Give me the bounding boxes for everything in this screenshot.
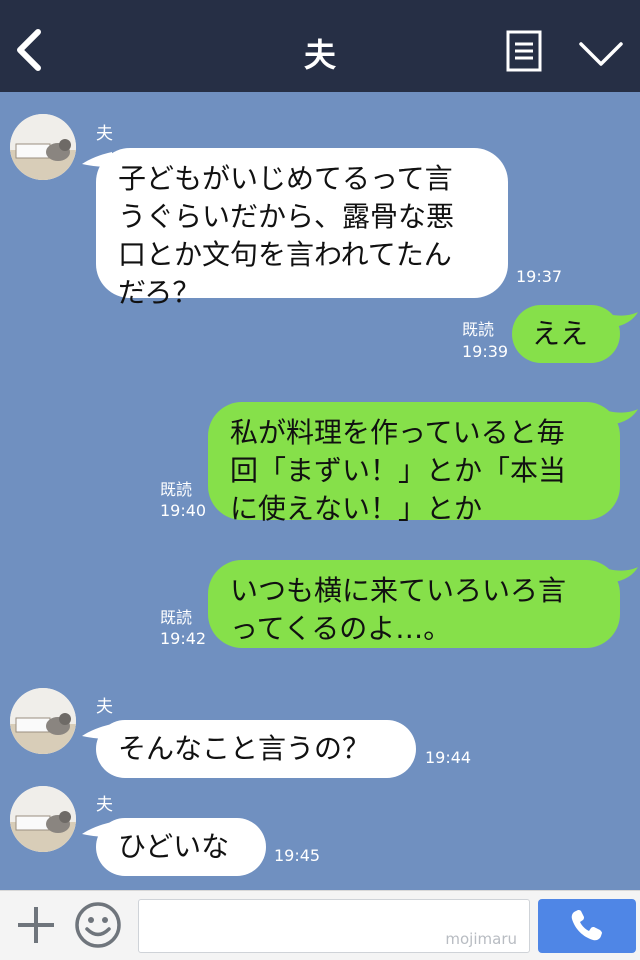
call-button[interactable] [538, 899, 636, 953]
message-time: 19:45 [274, 846, 321, 865]
avatar[interactable] [10, 786, 76, 852]
read-receipt: 既読 [160, 608, 193, 627]
message-bubble-outgoing: いつも横に来ていろいろ言 ってくるのよ…。 [208, 560, 620, 648]
avatar[interactable] [10, 114, 76, 180]
message-time: 19:42 [160, 629, 207, 648]
message-bubble-incoming: そんなこと言うの？ [96, 720, 416, 778]
plus-icon[interactable] [14, 903, 58, 947]
chevron-down-icon[interactable] [578, 38, 624, 68]
message-time: 19:39 [462, 342, 509, 361]
read-receipt: 既読 [462, 320, 495, 339]
message-input[interactable]: mojimaru [138, 899, 530, 953]
message-time: 19:40 [160, 501, 207, 520]
sender-name: 夫 [96, 124, 113, 144]
message-bubble-outgoing: ええ [512, 305, 620, 363]
chat-area[interactable]: 夫 子どもがいじめてるって言 うぐらいだから、露骨な悪 口とか文句を言われてたん… [0, 92, 640, 890]
message-bubble-incoming: ひどいな [96, 818, 266, 876]
sender-name: 夫 [96, 795, 113, 815]
message-time: 19:37 [516, 267, 563, 286]
note-icon[interactable] [506, 30, 542, 72]
phone-icon [571, 910, 602, 941]
cat-avatar-icon [10, 114, 76, 180]
chat-title: 夫 [303, 36, 336, 74]
bubble-tail [608, 312, 638, 328]
message-bubble-outgoing: 私が料理を作っていると毎 回「まずい！」とか「本当 に使えない！」とか [208, 402, 620, 525]
cat-avatar-icon [10, 688, 76, 754]
read-receipt: 既読 [160, 480, 193, 499]
input-bar: mojimaru [0, 890, 640, 960]
sender-name: 夫 [96, 697, 113, 717]
avatar[interactable] [10, 688, 76, 754]
message-time: 19:44 [425, 748, 472, 767]
cat-avatar-icon [10, 786, 76, 852]
watermark: mojimaru [445, 930, 517, 948]
bubble-tail [608, 409, 638, 425]
chat-header: 夫 [0, 0, 640, 92]
bubble-tail [608, 567, 638, 583]
message-bubble-incoming: 子どもがいじめてるって言 うぐらいだから、露骨な悪 口とか文句を言われてたん だ… [96, 148, 508, 309]
smiley-icon[interactable] [74, 901, 122, 949]
